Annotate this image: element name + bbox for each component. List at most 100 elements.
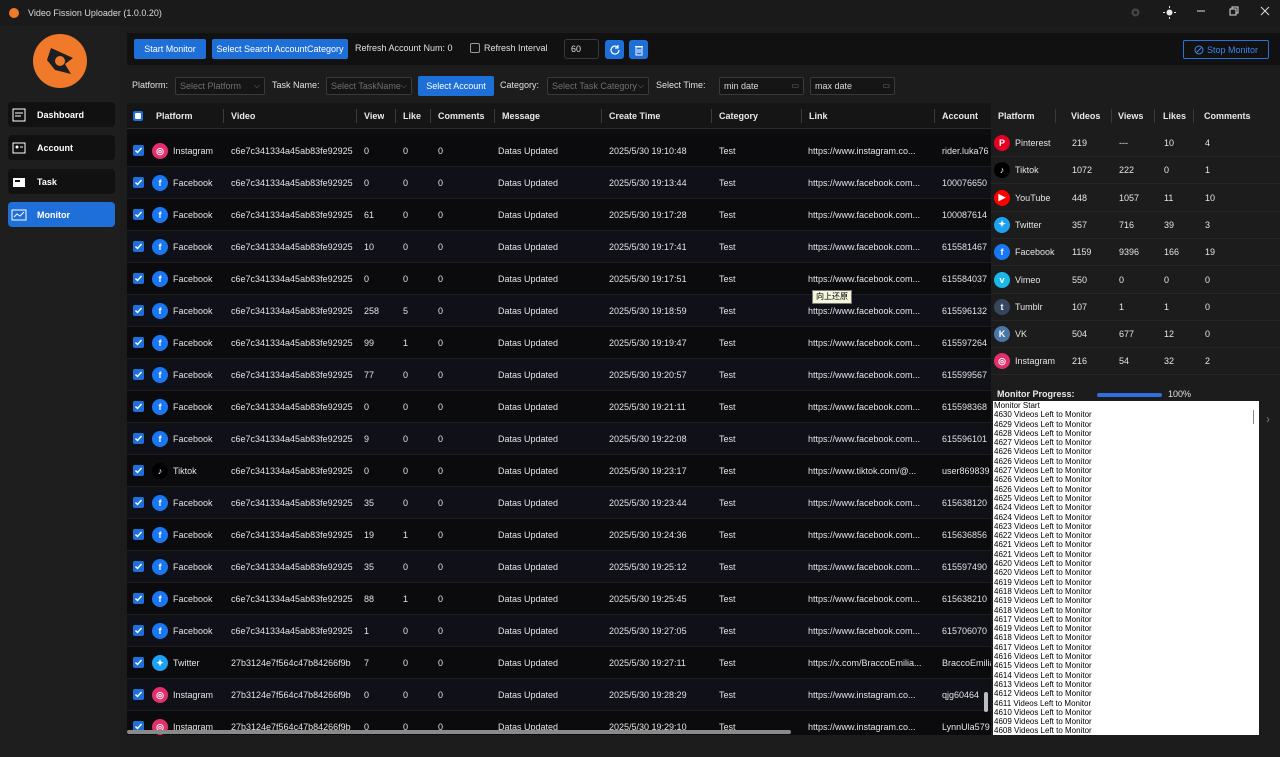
chevron-right-icon[interactable]: › <box>1266 412 1270 426</box>
column-header-link[interactable]: Link <box>809 103 828 129</box>
row-checkbox[interactable] <box>133 369 144 380</box>
table-row[interactable]: f Facebook c6e7c341334a45ab83fe92925 77 0 0 Da… <box>127 359 991 391</box>
table-row[interactable]: f Facebook c6e7c341334a45ab83fe92925 0 0 0 Dat… <box>127 167 991 199</box>
cell-link[interactable]: https://www.facebook.com... <box>808 551 928 583</box>
delete-trash-icon[interactable] <box>629 40 648 59</box>
column-header-message[interactable]: Message <box>502 103 540 129</box>
table-row[interactable]: f Facebook c6e7c341334a45ab83fe92925 1 0 0 Dat… <box>127 615 991 647</box>
cell-link[interactable]: https://www.facebook.com... <box>808 359 928 391</box>
platform-select[interactable]: Select Platform ⌵ <box>175 77 265 95</box>
table-row[interactable]: f Facebook c6e7c341334a45ab83fe92925 19 1 0 Da… <box>127 519 991 551</box>
cell-platform: Facebook <box>173 434 213 444</box>
category-select[interactable]: Select Task Category ⌵ <box>547 77 649 95</box>
cell-link[interactable]: https://www.facebook.com... <box>808 519 928 551</box>
cell-link[interactable]: https://www.facebook.com... <box>808 327 928 359</box>
table-row[interactable]: ◎ Instagram c6e7c341334a45ab83fe92925 0 0 0 Da… <box>127 135 991 167</box>
restore-icon[interactable] <box>1226 6 1242 20</box>
start-monitor-button[interactable]: Start Monitor <box>134 39 206 59</box>
select-search-account-category-button[interactable]: Select Search AccountCategory <box>212 39 348 59</box>
horizontal-scrollbar[interactable] <box>127 730 791 734</box>
row-checkbox[interactable] <box>133 529 144 540</box>
table-row[interactable]: f Facebook c6e7c341334a45ab83fe92925 258 5 0 D… <box>127 295 991 327</box>
column-header-account[interactable]: Account <box>942 103 978 129</box>
row-checkbox[interactable] <box>133 593 144 604</box>
cell-link[interactable]: https://www.facebook.com... <box>808 167 928 199</box>
theme-sun-icon[interactable] <box>1161 6 1177 20</box>
cell-account: 615597490 <box>942 562 988 572</box>
log-scrollbar[interactable] <box>1253 410 1254 424</box>
row-checkbox[interactable] <box>133 177 144 188</box>
stop-monitor-button[interactable]: Stop Monitor <box>1183 40 1269 59</box>
task-name-select[interactable]: Select TaskName ⌵ <box>326 77 412 95</box>
sidebar-item-monitor[interactable]: Monitor <box>8 202 115 227</box>
row-checkbox[interactable] <box>133 209 144 220</box>
row-checkbox[interactable] <box>133 561 144 572</box>
monitor-log[interactable]: Monitor Start 4630 Videos Left to Monitor… <box>993 401 1259 735</box>
table-row[interactable]: ◎ Instagram 27b3124e7f564c47b84266f9b 0 0 0 Da… <box>127 679 991 711</box>
row-checkbox[interactable] <box>133 625 144 636</box>
table-row[interactable]: ♪ Tiktok c6e7c341334a45ab83fe92925 0 0 0 Datas… <box>127 455 991 487</box>
cell-link[interactable]: https://www.facebook.com... <box>808 583 928 615</box>
minimize-icon[interactable] <box>1193 6 1209 20</box>
min-date-input[interactable]: min date ▭ <box>719 77 804 95</box>
refresh-interval-checkbox[interactable] <box>470 43 480 53</box>
refresh-interval-input[interactable]: 60 <box>564 39 599 59</box>
sidebar-item-account[interactable]: Account <box>8 135 115 160</box>
cell-link[interactable]: https://www.instagram.co... <box>808 711 928 735</box>
vertical-scrollbar[interactable] <box>984 692 988 712</box>
table-row[interactable]: f Facebook c6e7c341334a45ab83fe92925 0 0 0 Dat… <box>127 391 991 423</box>
row-checkbox[interactable] <box>133 433 144 444</box>
table-row[interactable]: f Facebook c6e7c341334a45ab83fe92925 88 1 0 Da… <box>127 583 991 615</box>
cell-link[interactable]: https://www.facebook.com... <box>808 391 928 423</box>
select-account-button[interactable]: Select Account <box>418 76 494 96</box>
column-header-comments[interactable]: Comments <box>438 103 485 129</box>
max-date-input[interactable]: max date ▭ <box>810 77 895 95</box>
cell-link[interactable]: https://www.facebook.com... <box>808 487 928 519</box>
table-row[interactable]: f Facebook c6e7c341334a45ab83fe92925 35 0 0 Da… <box>127 487 991 519</box>
table-row[interactable]: f Facebook c6e7c341334a45ab83fe92925 0 0 0 Dat… <box>127 263 991 295</box>
cell-link[interactable]: https://www.facebook.com... <box>808 423 928 455</box>
close-icon[interactable] <box>1257 6 1273 20</box>
row-checkbox[interactable] <box>133 657 144 668</box>
row-checkbox[interactable] <box>133 497 144 508</box>
refresh-interval-toggle[interactable]: Refresh Interval <box>470 43 548 53</box>
settings-gear-icon[interactable] <box>1127 6 1143 20</box>
stats-cell-videos: 448 <box>1072 192 1088 203</box>
column-header-category[interactable]: Category <box>719 103 758 129</box>
refresh-icon[interactable] <box>605 40 624 59</box>
youtube-icon: ▶ <box>994 189 1010 206</box>
row-checkbox[interactable] <box>133 401 144 412</box>
sidebar-item-dashboard[interactable]: Dashboard <box>8 102 115 127</box>
stats-row: t Tumblr 107 1 1 0 <box>991 294 1280 321</box>
cell-video: c6e7c341334a45ab83fe92925 <box>231 274 353 284</box>
row-checkbox[interactable] <box>133 305 144 316</box>
cell-link[interactable]: https://www.facebook.com... <box>808 199 928 231</box>
column-header-video[interactable]: Video <box>231 103 255 129</box>
cell-message: Datas Updated <box>498 338 559 348</box>
row-checkbox[interactable] <box>133 145 144 156</box>
cell-link[interactable]: https://x.com/BraccoEmilia... <box>808 647 928 679</box>
row-checkbox[interactable] <box>133 241 144 252</box>
column-header-view[interactable]: View <box>364 103 384 129</box>
row-checkbox[interactable] <box>133 337 144 348</box>
table-row[interactable]: f Facebook c6e7c341334a45ab83fe92925 99 1 0 Da… <box>127 327 991 359</box>
cell-link[interactable]: https://www.instagram.co... <box>808 135 928 167</box>
sidebar-item-task[interactable]: Task <box>8 169 115 194</box>
cell-link[interactable]: https://www.facebook.com... <box>808 615 928 647</box>
row-checkbox[interactable] <box>133 689 144 700</box>
cell-link[interactable]: https://www.facebook.com... <box>808 231 928 263</box>
table-row[interactable]: f Facebook c6e7c341334a45ab83fe92925 9 0 0 Dat… <box>127 423 991 455</box>
cell-view: 35 <box>364 498 375 508</box>
column-header-like[interactable]: Like <box>403 103 421 129</box>
table-row[interactable]: f Facebook c6e7c341334a45ab83fe92925 35 0 0 Da… <box>127 551 991 583</box>
column-header-platform[interactable]: Platform <box>156 103 193 129</box>
cell-link[interactable]: https://www.tiktok.com/@... <box>808 455 928 487</box>
column-header-create-time[interactable]: Create Time <box>609 103 660 129</box>
select-all-checkbox[interactable] <box>133 111 143 121</box>
row-checkbox[interactable] <box>133 273 144 284</box>
row-checkbox[interactable] <box>133 465 144 476</box>
table-row[interactable]: ✦ Twitter 27b3124e7f564c47b84266f9b 7 0 0 Data… <box>127 647 991 679</box>
table-row[interactable]: f Facebook c6e7c341334a45ab83fe92925 10 0 0 Da… <box>127 231 991 263</box>
table-row[interactable]: f Facebook c6e7c341334a45ab83fe92925 61 0 0 Da… <box>127 199 991 231</box>
cell-link[interactable]: https://www.instagram.co... <box>808 679 928 711</box>
